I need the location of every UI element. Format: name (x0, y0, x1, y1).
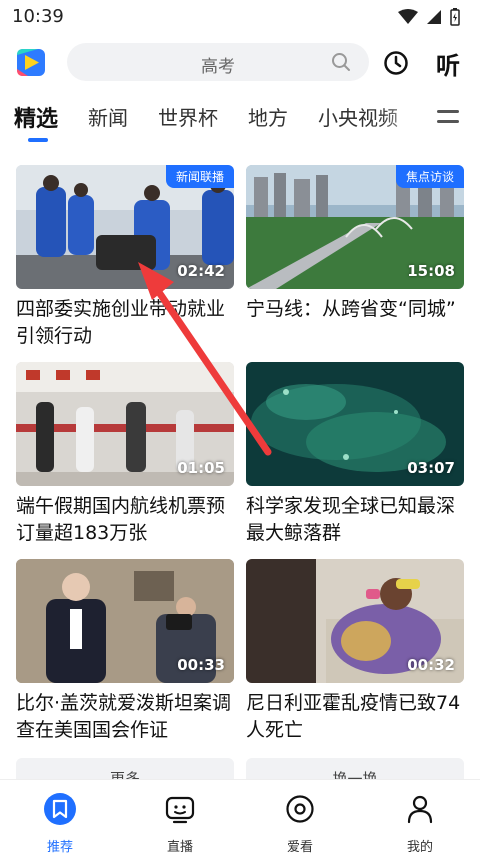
nav-label: 直播 (166, 840, 193, 853)
video-duration: 15:08 (407, 262, 455, 280)
video-thumbnail: 00:33 (16, 559, 234, 683)
video-thumbnail: 03:07 (246, 362, 464, 486)
program-badge: 新闻联播 (165, 165, 234, 188)
status-time: 10:39 (12, 6, 64, 27)
program-badge: 焦点访谈 (395, 165, 464, 188)
nav-label: 推荐 (46, 840, 73, 853)
listen-button[interactable]: 听 (436, 46, 460, 81)
battery-icon (450, 8, 460, 26)
tab-news[interactable]: 新闻 (88, 102, 128, 131)
bookmark-icon (44, 793, 76, 825)
history-clock-icon[interactable] (383, 50, 409, 76)
tv-face-icon (165, 796, 195, 824)
video-duration: 02:42 (177, 262, 225, 280)
target-icon (286, 795, 314, 823)
video-title[interactable]: 比尔·盖茨就爱泼斯坦案调查在美国国会作证 (16, 690, 234, 744)
video-title[interactable]: 科学家发现全球已知最深最大鲸落群 (246, 493, 464, 547)
person-icon (407, 795, 433, 824)
nav-label: 我的 (406, 840, 433, 853)
video-thumbnail: 焦点访谈 15:08 (246, 165, 464, 289)
video-title[interactable]: 尼日利亚霍乱疫情已致74人死亡 (246, 690, 464, 744)
video-card[interactable]: 00:33 比尔·盖茨就爱泼斯坦案调查在美国国会作证 (16, 559, 234, 744)
video-duration: 01:05 (177, 459, 225, 477)
refresh-button[interactable]: 换一换 (246, 758, 464, 780)
tab-selected[interactable]: 精选 (14, 101, 58, 133)
video-card[interactable]: 03:07 科学家发现全球已知最深最大鲸落群 (246, 362, 464, 547)
status-icons (398, 8, 460, 26)
refresh-button-label: 换一换 (332, 770, 378, 780)
more-button[interactable]: 更多 (16, 758, 234, 780)
search-input[interactable]: 高考 (67, 43, 369, 81)
video-title[interactable]: 四部委实施创业带动就业引领行动 (16, 296, 234, 350)
bottom-navigation: 推荐 直播 爱看 我的 (0, 780, 480, 853)
nav-mine[interactable]: 我的 (390, 792, 450, 853)
channel-tabs: 精选 新闻 世界杯 地方 小央视频 (0, 98, 480, 148)
nav-label: 爱看 (286, 840, 313, 853)
menu-bar-icon (437, 110, 459, 113)
nav-live[interactable]: 直播 (150, 792, 210, 853)
video-title[interactable]: 端午假期国内航线机票预订量超183万张 (16, 493, 234, 547)
app-logo-icon[interactable] (16, 47, 46, 77)
video-card[interactable]: 00:32 尼日利亚霍乱疫情已致74人死亡 (246, 559, 464, 744)
search-icon (332, 53, 350, 71)
nav-love-watch[interactable]: 爱看 (270, 792, 330, 853)
active-tab-indicator (28, 138, 48, 142)
search-placeholder: 高考 (201, 57, 235, 77)
nav-recommend[interactable]: 推荐 (30, 792, 90, 853)
menu-bar-icon (437, 120, 459, 123)
video-card[interactable]: 01:05 端午假期国内航线机票预订量超183万张 (16, 362, 234, 547)
tab-fade (380, 98, 430, 142)
channel-menu-button[interactable] (437, 110, 459, 130)
video-duration: 00:33 (177, 656, 225, 674)
more-button-label: 更多 (109, 770, 140, 780)
top-bar: 高考 听 (0, 40, 480, 84)
tab-world-cup[interactable]: 世界杯 (158, 102, 218, 131)
video-card[interactable]: 新闻联播 02:42 四部委实施创业带动就业引领行动 (16, 165, 234, 350)
video-duration: 03:07 (407, 459, 455, 477)
status-bar: 10:39 (0, 0, 480, 34)
video-title[interactable]: 宁马线：从跨省变“同城” (246, 296, 464, 350)
video-card[interactable]: 焦点访谈 15:08 宁马线：从跨省变“同城” (246, 165, 464, 350)
video-duration: 00:32 (407, 656, 455, 674)
video-thumbnail: 新闻联播 02:42 (16, 165, 234, 289)
wifi-icon (398, 9, 418, 24)
signal-icon (427, 10, 441, 24)
tab-local[interactable]: 地方 (248, 102, 288, 131)
video-thumbnail: 01:05 (16, 362, 234, 486)
video-thumbnail: 00:32 (246, 559, 464, 683)
